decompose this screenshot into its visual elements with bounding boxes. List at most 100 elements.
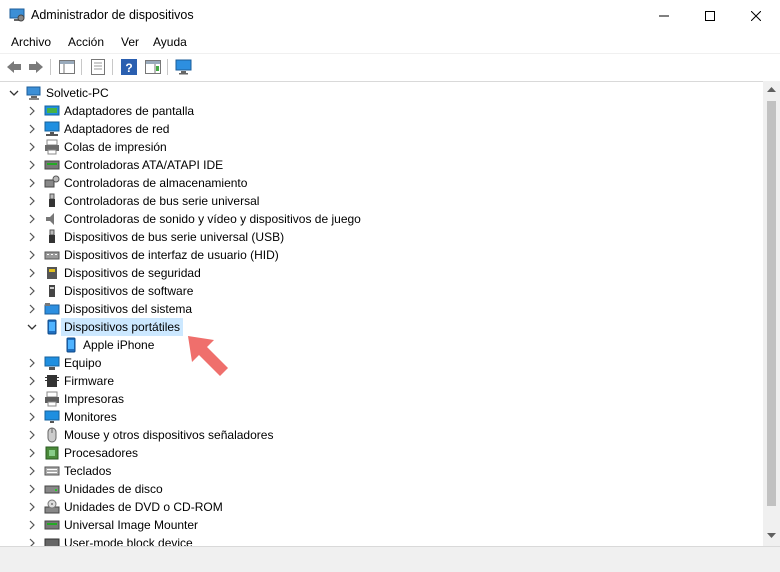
tree-category[interactable]: Dispositivos de bus serie universal (USB… [0, 228, 760, 246]
tree-category[interactable]: Procesadores [0, 444, 760, 462]
tree-category[interactable]: Unidades de disco [0, 480, 760, 498]
tree-category[interactable]: Equipo [0, 354, 760, 372]
vertical-scrollbar[interactable] [763, 81, 780, 546]
menu-ver[interactable]: Ver [121, 35, 139, 49]
tree-category[interactable]: Controladoras de bus serie universal [0, 192, 760, 210]
tree-root[interactable]: Solvetic-PC [0, 84, 760, 102]
tree-node-label: Mouse y otros dispositivos señaladores [64, 428, 274, 442]
tree-category[interactable]: Universal Image Mounter [0, 516, 760, 534]
tree-category[interactable]: Colas de impresión [0, 138, 760, 156]
tree-node-label: Adaptadores de red [64, 122, 170, 136]
scrollbar-thumb[interactable] [767, 101, 776, 506]
printer-icon [44, 391, 60, 407]
action-pane-icon [145, 60, 161, 74]
chevron-right-icon[interactable] [26, 303, 38, 315]
tree-category[interactable]: Impresoras [0, 390, 760, 408]
computer-root-icon [26, 85, 42, 101]
speaker-icon [44, 211, 60, 227]
chevron-right-icon[interactable] [26, 447, 38, 459]
chevron-right-icon[interactable] [26, 177, 38, 189]
chevron-right-icon[interactable] [26, 519, 38, 531]
chevron-right-icon[interactable] [26, 195, 38, 207]
display-adapter-icon [44, 103, 60, 119]
tree-category[interactable]: Adaptadores de red [0, 120, 760, 138]
chevron-right-icon[interactable] [26, 159, 38, 171]
tree-category[interactable]: Dispositivos del sistema [0, 300, 760, 318]
tree-category[interactable]: Controladoras de sonido y vídeo y dispos… [0, 210, 760, 228]
chevron-right-icon[interactable] [26, 429, 38, 441]
processor-icon [44, 445, 60, 461]
tree-node-label: Adaptadores de pantalla [64, 104, 195, 118]
storage-controller-icon [44, 175, 60, 191]
tree-category[interactable]: Dispositivos portátiles [0, 318, 760, 336]
chevron-right-icon[interactable] [26, 285, 38, 297]
tree-category[interactable]: Teclados [0, 462, 760, 480]
chevron-right-icon[interactable] [26, 501, 38, 513]
tree-node-label: Teclados [64, 464, 112, 478]
chevron-right-icon[interactable] [26, 483, 38, 495]
title-bar: Administrador de dispositivos [0, 0, 780, 31]
tree-category[interactable]: Unidades de DVD o CD-ROM [0, 498, 760, 516]
tree-category[interactable]: User-mode block device [0, 534, 760, 546]
menu-accion[interactable]: Acción [68, 35, 104, 49]
show-hide-console-tree-button[interactable] [58, 58, 76, 76]
forward-arrow-icon [29, 61, 43, 73]
tree-category[interactable]: Mouse y otros dispositivos señaladores [0, 426, 760, 444]
software-device-icon [44, 283, 60, 299]
tree-node-label: Controladoras de bus serie universal [64, 194, 260, 208]
tree-node-label: Controladoras ATA/ATAPI IDE [64, 158, 224, 172]
hid-icon [44, 247, 60, 263]
tree-category[interactable]: Dispositivos de interfaz de usuario (HID… [0, 246, 760, 264]
annotation-arrow-icon [188, 336, 228, 376]
chevron-right-icon[interactable] [26, 267, 38, 279]
chevron-right-icon[interactable] [26, 123, 38, 135]
chevron-down-icon[interactable] [8, 87, 20, 99]
tree-node-label: Unidades de DVD o CD-ROM [64, 500, 223, 514]
chevron-right-icon[interactable] [26, 231, 38, 243]
chevron-down-icon[interactable] [26, 321, 38, 333]
scroll-down-icon[interactable] [767, 533, 776, 539]
maximize-icon [705, 10, 715, 21]
properties-button[interactable] [89, 58, 107, 76]
tree-device[interactable]: Apple iPhone [0, 336, 760, 354]
scan-hardware-icon [175, 59, 192, 75]
chevron-right-icon[interactable] [26, 141, 38, 153]
scroll-up-icon[interactable] [767, 86, 776, 92]
scan-hardware-changes-button[interactable] [175, 58, 193, 76]
tree-category[interactable]: Controladoras ATA/ATAPI IDE [0, 156, 760, 174]
chevron-right-icon[interactable] [26, 537, 38, 546]
tree-category[interactable]: Dispositivos de seguridad [0, 264, 760, 282]
status-bar [0, 546, 780, 572]
chevron-right-icon[interactable] [26, 357, 38, 369]
chevron-right-icon[interactable] [26, 105, 38, 117]
chevron-right-icon[interactable] [26, 411, 38, 423]
help-button[interactable]: ? [120, 58, 138, 76]
forward-button[interactable] [27, 58, 45, 76]
menu-ayuda[interactable]: Ayuda [153, 35, 187, 49]
tree-node-label: User-mode block device [64, 536, 193, 546]
back-button[interactable] [5, 58, 23, 76]
svg-text:?: ? [125, 61, 132, 75]
usb-icon [44, 229, 60, 245]
tree-category[interactable]: Firmware [0, 372, 760, 390]
chevron-right-icon[interactable] [26, 249, 38, 261]
chevron-right-icon[interactable] [26, 375, 38, 387]
tree-node-label: Firmware [64, 374, 114, 388]
ide-controller-icon [44, 157, 60, 173]
chevron-right-icon[interactable] [26, 213, 38, 225]
tree-node-label: Controladoras de sonido y vídeo y dispos… [64, 212, 361, 226]
network-adapter-icon [44, 121, 60, 137]
chevron-right-icon[interactable] [26, 465, 38, 477]
show-hide-action-pane-button[interactable] [144, 58, 162, 76]
tree-category[interactable]: Dispositivos de software [0, 282, 760, 300]
tree-category[interactable]: Monitores [0, 408, 760, 426]
tree-node-label: Dispositivos del sistema [64, 302, 193, 316]
close-button[interactable] [733, 0, 779, 31]
tree-category[interactable]: Controladoras de almacenamiento [0, 174, 760, 192]
chevron-right-icon[interactable] [26, 393, 38, 405]
menu-archivo[interactable]: Archivo [11, 35, 51, 49]
tree-node-label: Equipo [64, 356, 102, 370]
tree-category[interactable]: Adaptadores de pantalla [0, 102, 760, 120]
maximize-button[interactable] [687, 0, 733, 31]
minimize-button[interactable] [641, 0, 687, 31]
